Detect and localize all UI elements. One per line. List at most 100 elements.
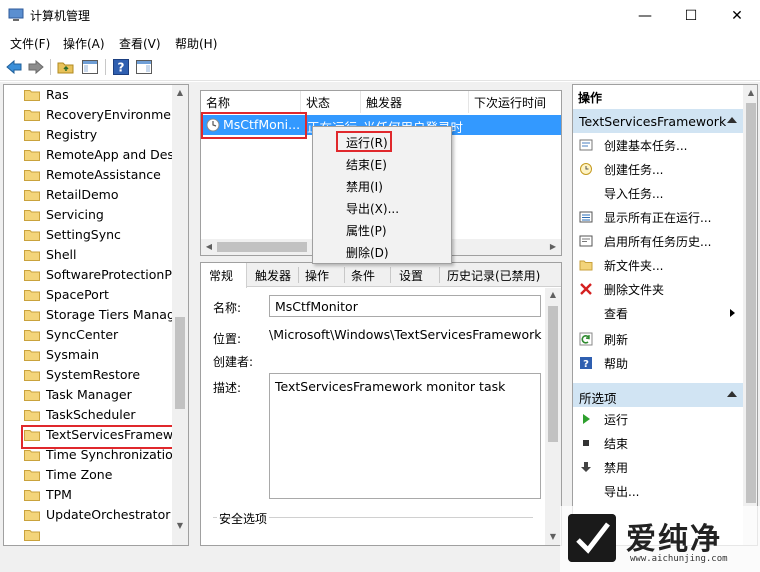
menu-action[interactable]: 操作(A) [63,35,105,52]
tree-item-label: SpacePort [46,287,109,302]
maximize-button[interactable]: ☐ [668,0,714,31]
minimize-button[interactable]: — [622,0,668,31]
help-icon[interactable]: ? [112,58,130,76]
tree-item[interactable]: SettingSync [4,225,179,245]
folder-icon [24,130,40,141]
name-label: 名称: [213,301,242,315]
description-label: 描述: [213,381,242,395]
close-button[interactable]: ✕ [714,0,760,31]
scroll-up-icon[interactable]: ▲ [545,290,561,299]
tree-item[interactable]: SpacePort [4,285,179,305]
folder-icon [24,470,40,481]
action-new-folder[interactable]: 新文件夹... [573,253,743,277]
tree-item[interactable]: RemoteAssistance [4,165,179,185]
action-show-running[interactable]: 显示所有正在运行... [573,205,743,229]
folder-icon [24,230,40,241]
tree-item[interactable]: Storage Tiers Manage [4,305,179,325]
action-refresh[interactable]: 刷新 [573,327,743,351]
menu-item-run[interactable]: 运行(R) [346,134,388,151]
tree-item[interactable]: TaskScheduler [4,405,179,425]
actions-vertical-scrollbar[interactable]: ▲ [743,85,757,545]
description-field[interactable]: TextServicesFramework monitor task [269,373,541,499]
action-export[interactable]: 导出... [573,479,743,503]
column-header-next-run[interactable]: 下次运行时间 [469,91,561,113]
scroll-down-icon[interactable]: ▼ [172,521,188,530]
tree-item[interactable]: SoftwareProtectionPla [4,265,179,285]
tree-item[interactable]: SyncCenter [4,325,179,345]
detail-vertical-scrollbar[interactable]: ▲ ▼ [545,288,561,545]
action-import-task[interactable]: 导入任务... [573,181,743,205]
column-header-trigger[interactable]: 触发器 [361,91,469,113]
scroll-up-icon[interactable]: ▲ [172,88,188,97]
tab-actions[interactable]: 操作 [305,267,329,284]
menu-view[interactable]: 查看(V) [119,35,161,52]
tree-item[interactable]: RetailDemo [4,185,179,205]
tree-item[interactable]: Time Zone [4,465,179,485]
menu-item-export[interactable]: 导出(X)... [346,200,399,217]
tree-item[interactable]: Shell [4,245,179,265]
action-create-task[interactable]: 创建任务... [573,157,743,181]
column-header-status[interactable]: 状态 [301,91,361,113]
action-help[interactable]: ? 帮助 [573,351,743,375]
forward-arrow-icon[interactable] [27,58,45,76]
action-view[interactable]: 查看 [573,301,743,325]
action-label: 帮助 [604,357,629,371]
up-folder-icon[interactable] [57,58,75,76]
show-hide-action-pane-icon[interactable] [135,58,153,76]
action-label: 禁用 [604,461,629,475]
tab-conditions[interactable]: 条件 [351,267,375,284]
scroll-thumb[interactable] [175,317,185,409]
column-header-name[interactable]: 名称 [201,91,301,113]
tree-item[interactable]: Ras [4,85,179,105]
tree-item[interactable]: Registry [4,125,179,145]
action-end[interactable]: 结束 [573,431,743,455]
menu-item-properties[interactable]: 属性(P) [346,222,387,239]
tree-item[interactable]: RecoveryEnvironment [4,105,179,125]
menu-file[interactable]: 文件(F) [10,35,50,52]
menu-bar: 文件(F) 操作(A) 查看(V) 帮助(H) [0,31,760,53]
scroll-thumb[interactable] [746,103,756,503]
tree-item-label: Servicing [46,207,104,222]
svg-text:?: ? [118,61,125,75]
name-field[interactable]: MsCtfMonitor [269,295,541,317]
tree-item[interactable]: RemoteApp and Desk [4,145,179,165]
tree-item[interactable]: Task Manager [4,385,179,405]
tab-triggers[interactable]: 触发器 [255,267,291,284]
tree-item[interactable]: UpdateOrchestrator [4,505,179,525]
menu-item-delete[interactable]: 删除(D) [346,244,389,261]
folder-icon [24,290,40,301]
tree-item[interactable]: SystemRestore [4,365,179,385]
back-arrow-icon[interactable] [5,58,23,76]
menu-help[interactable]: 帮助(H) [175,35,217,52]
scroll-right-icon[interactable]: ▶ [545,242,561,251]
collapse-up-icon[interactable] [727,117,737,123]
menu-item-disable[interactable]: 禁用(I) [346,178,383,195]
scroll-thumb[interactable] [217,242,307,252]
tree-item[interactable]: Sysmain [4,345,179,365]
tree-item-label: Task Manager [46,387,132,402]
tree-vertical-scrollbar[interactable]: ▲ ▼ [172,85,188,545]
action-enable-history[interactable]: 启用所有任务历史... [573,229,743,253]
scroll-thumb[interactable] [548,306,558,442]
tab-settings[interactable]: 设置 [399,267,423,284]
tab-general[interactable]: 常规 [209,267,233,284]
action-delete-folder[interactable]: 删除文件夹 [573,277,743,301]
tree-item[interactable]: Servicing [4,205,179,225]
action-disable[interactable]: 禁用 [573,455,743,479]
scroll-down-icon[interactable]: ▼ [545,532,561,541]
tab-history[interactable]: 历史记录(已禁用) [447,267,540,284]
task-detail-pane: 常规 触发器 操作 条件 设置 历史记录(已禁用) 名称: MsCtfMonit… [200,262,562,546]
show-hide-tree-icon[interactable] [81,58,99,76]
collapse-up-icon[interactable] [727,391,737,397]
action-create-basic-task[interactable]: 创建基本任务... [573,133,743,157]
scroll-up-icon[interactable]: ▲ [743,88,757,97]
actions-group-folder[interactable]: TextServicesFramework [573,109,743,133]
tree-item[interactable]: TPM [4,485,179,505]
action-run[interactable]: 运行 [573,407,743,431]
create-task-icon [580,163,592,175]
security-options-label: 安全选项 [217,510,270,527]
actions-group-selected[interactable]: 所选项 [573,383,743,407]
menu-item-end[interactable]: 结束(E) [346,156,387,173]
tree-item-partial[interactable] [4,525,179,545]
scroll-left-icon[interactable]: ◀ [201,242,217,251]
